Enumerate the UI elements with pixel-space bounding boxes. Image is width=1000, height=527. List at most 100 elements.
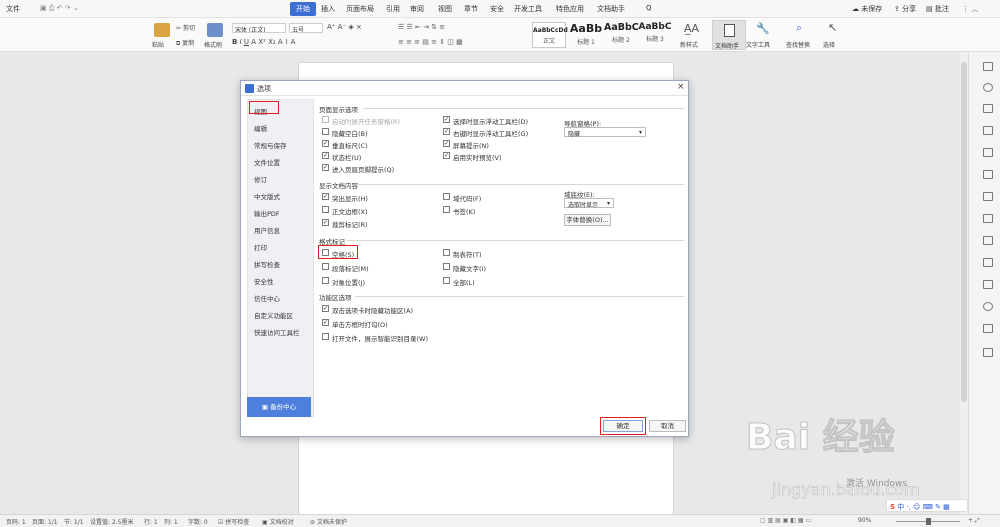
- status-spell-check[interactable]: ☑ 拼写检查: [218, 517, 249, 526]
- checkbox[interactable]: ✓: [322, 305, 329, 312]
- nav-pane-select[interactable]: 隐藏 ▾: [564, 127, 646, 138]
- list-icons[interactable]: ☰ ☰ ⇤ ⇥ ⇅ ≡: [398, 23, 445, 31]
- checkbox[interactable]: [322, 333, 329, 340]
- text-format-icons[interactable]: B I U A X² X₂ A ⌇ A: [232, 38, 295, 46]
- sidebar-chart-icon[interactable]: [983, 192, 993, 201]
- sidebar-zoom-icon[interactable]: [983, 148, 993, 157]
- nav-item-spell-check[interactable]: 拼写检查: [254, 259, 280, 269]
- menu-file[interactable]: 文件: [6, 4, 20, 14]
- backup-center-button[interactable]: ▣ 备份中心: [247, 397, 311, 417]
- checkbox[interactable]: [443, 277, 450, 284]
- status-protect[interactable]: ⊘ 文档未保护: [310, 517, 347, 526]
- format-painter-icon[interactable]: [207, 23, 223, 37]
- status-page-num[interactable]: 页码: 1: [6, 517, 26, 526]
- tab-doc-assistant[interactable]: 文档助手: [597, 4, 625, 14]
- paste-icon[interactable]: [154, 23, 170, 37]
- cut-button[interactable]: ✂ 剪切: [176, 23, 195, 32]
- grow-shrink-font-icons[interactable]: A⁺ A⁻ ◈ ⨯: [327, 23, 362, 31]
- nav-item-trust-center[interactable]: 信任中心: [254, 293, 280, 303]
- tab-view[interactable]: 视图: [438, 4, 452, 14]
- status-pages[interactable]: 页面: 1/1: [32, 517, 58, 526]
- paste-button[interactable]: 粘贴: [152, 40, 164, 49]
- zoom-value[interactable]: 90%: [858, 517, 871, 524]
- nav-item-general-save[interactable]: 常规与保存: [254, 140, 287, 150]
- sidebar-doc-icon[interactable]: [983, 214, 993, 223]
- checkbox[interactable]: [322, 128, 329, 135]
- checkbox[interactable]: ✓: [322, 193, 329, 200]
- nav-item-output-pdf[interactable]: 输出PDF: [254, 208, 280, 218]
- nav-item-security[interactable]: 安全性: [254, 276, 274, 286]
- select-button[interactable]: 选择: [823, 40, 835, 49]
- font-size-select[interactable]: 五号: [289, 23, 323, 33]
- checkbox[interactable]: [322, 116, 329, 123]
- new-style-button[interactable]: 新样式: [680, 40, 698, 49]
- copy-button[interactable]: ⧉ 复制: [176, 38, 194, 48]
- nav-item-chinese-layout[interactable]: 中文版式: [254, 191, 280, 201]
- checkbox[interactable]: ✓: [443, 140, 450, 147]
- sidebar-shape-icon[interactable]: [983, 104, 993, 113]
- format-painter-button[interactable]: 格式刷: [204, 40, 222, 49]
- field-shading-select[interactable]: 选取时显示 ▾: [564, 198, 614, 209]
- sidebar-help-icon[interactable]: [983, 302, 993, 311]
- sidebar-comment-icon[interactable]: [983, 348, 993, 357]
- font-family-select[interactable]: 宋体 (正文): [232, 23, 286, 33]
- text-tools-button[interactable]: 文字工具: [746, 40, 770, 49]
- style-heading-1[interactable]: AaBb 标题 1: [569, 22, 603, 48]
- tab-developer[interactable]: 开发工具: [514, 4, 542, 14]
- sidebar-grid-icon[interactable]: [983, 236, 993, 245]
- view-mode-icons[interactable]: ▢ ▥ ▤ ▣ ◧ ▦ ▭: [760, 517, 811, 524]
- status-word-count[interactable]: 字数: 0: [188, 517, 208, 526]
- share-button[interactable]: ⇪ 分享: [894, 4, 916, 14]
- search-icon[interactable]: Q: [646, 4, 652, 12]
- tab-review[interactable]: 审阅: [410, 4, 424, 14]
- close-icon[interactable]: ×: [677, 82, 685, 92]
- checkbox[interactable]: [443, 206, 450, 213]
- checkbox[interactable]: ✓: [322, 164, 329, 171]
- checkbox[interactable]: ✓: [322, 219, 329, 226]
- align-icons[interactable]: ≡ ≡ ≡ ▤ ≡ ⇕ ◫ ▦: [398, 38, 463, 46]
- checkbox[interactable]: ✓: [322, 319, 329, 326]
- sidebar-property-icon[interactable]: [983, 126, 993, 135]
- checkbox[interactable]: [322, 263, 329, 270]
- zoom-in-icon[interactable]: + ⤢: [968, 517, 980, 525]
- find-replace-button[interactable]: 查找替换: [786, 40, 810, 49]
- checkbox[interactable]: [443, 263, 450, 270]
- comment-button[interactable]: ▤ 批注: [926, 4, 949, 14]
- find-icon[interactable]: ⌕: [796, 21, 802, 35]
- checkbox[interactable]: ✓: [443, 116, 450, 123]
- status-row[interactable]: 行: 1: [144, 517, 158, 526]
- nav-item-edit[interactable]: 编辑: [254, 123, 267, 133]
- tab-references[interactable]: 引用: [386, 4, 400, 14]
- nav-item-quick-access[interactable]: 快速访问工具栏: [254, 327, 300, 337]
- new-style-icon[interactable]: A̲A: [684, 22, 699, 35]
- tab-home[interactable]: 开始: [290, 2, 316, 16]
- font-replace-button[interactable]: 字体替换(O)...: [564, 214, 611, 226]
- tab-security[interactable]: 安全: [490, 4, 504, 14]
- style-heading-3[interactable]: AaBbC 标题 3: [638, 22, 672, 48]
- checkbox[interactable]: [443, 193, 450, 200]
- nav-item-print[interactable]: 打印: [254, 242, 267, 252]
- doc-assistant-button[interactable]: 文档助手: [712, 20, 746, 50]
- tab-page-layout[interactable]: 页面布局: [346, 4, 374, 14]
- checkbox[interactable]: ✓: [443, 128, 450, 135]
- tab-insert[interactable]: 插入: [321, 4, 335, 14]
- sidebar-layout-icon[interactable]: [983, 258, 993, 267]
- zoom-handle[interactable]: [926, 518, 931, 525]
- checkbox[interactable]: ✓: [322, 152, 329, 159]
- cancel-button[interactable]: 取消: [649, 420, 686, 432]
- nav-item-file-location[interactable]: 文件位置: [254, 157, 280, 167]
- ime-toolbar[interactable]: S 中 ·, ☺ ⌨ ✎ ▦: [886, 499, 968, 512]
- status-proofread[interactable]: ▣ 文档校对: [262, 517, 294, 526]
- nav-item-revision[interactable]: 修订: [254, 174, 267, 184]
- style-heading-2[interactable]: AaBbC 标题 2: [604, 22, 639, 48]
- checkbox[interactable]: ✓: [322, 140, 329, 147]
- checkbox[interactable]: ✓: [443, 152, 450, 159]
- style-normal[interactable]: AaBbCcDd 正文: [532, 22, 568, 48]
- sidebar-bar-icon[interactable]: [983, 280, 993, 289]
- checkbox[interactable]: [322, 206, 329, 213]
- status-col[interactable]: 列: 1: [164, 517, 178, 526]
- status-section[interactable]: 节: 1/1: [64, 517, 84, 526]
- scroll-thumb[interactable]: [961, 62, 967, 402]
- nav-item-user-info[interactable]: 用户信息: [254, 225, 280, 235]
- cursor-icon[interactable]: ↖: [828, 21, 837, 34]
